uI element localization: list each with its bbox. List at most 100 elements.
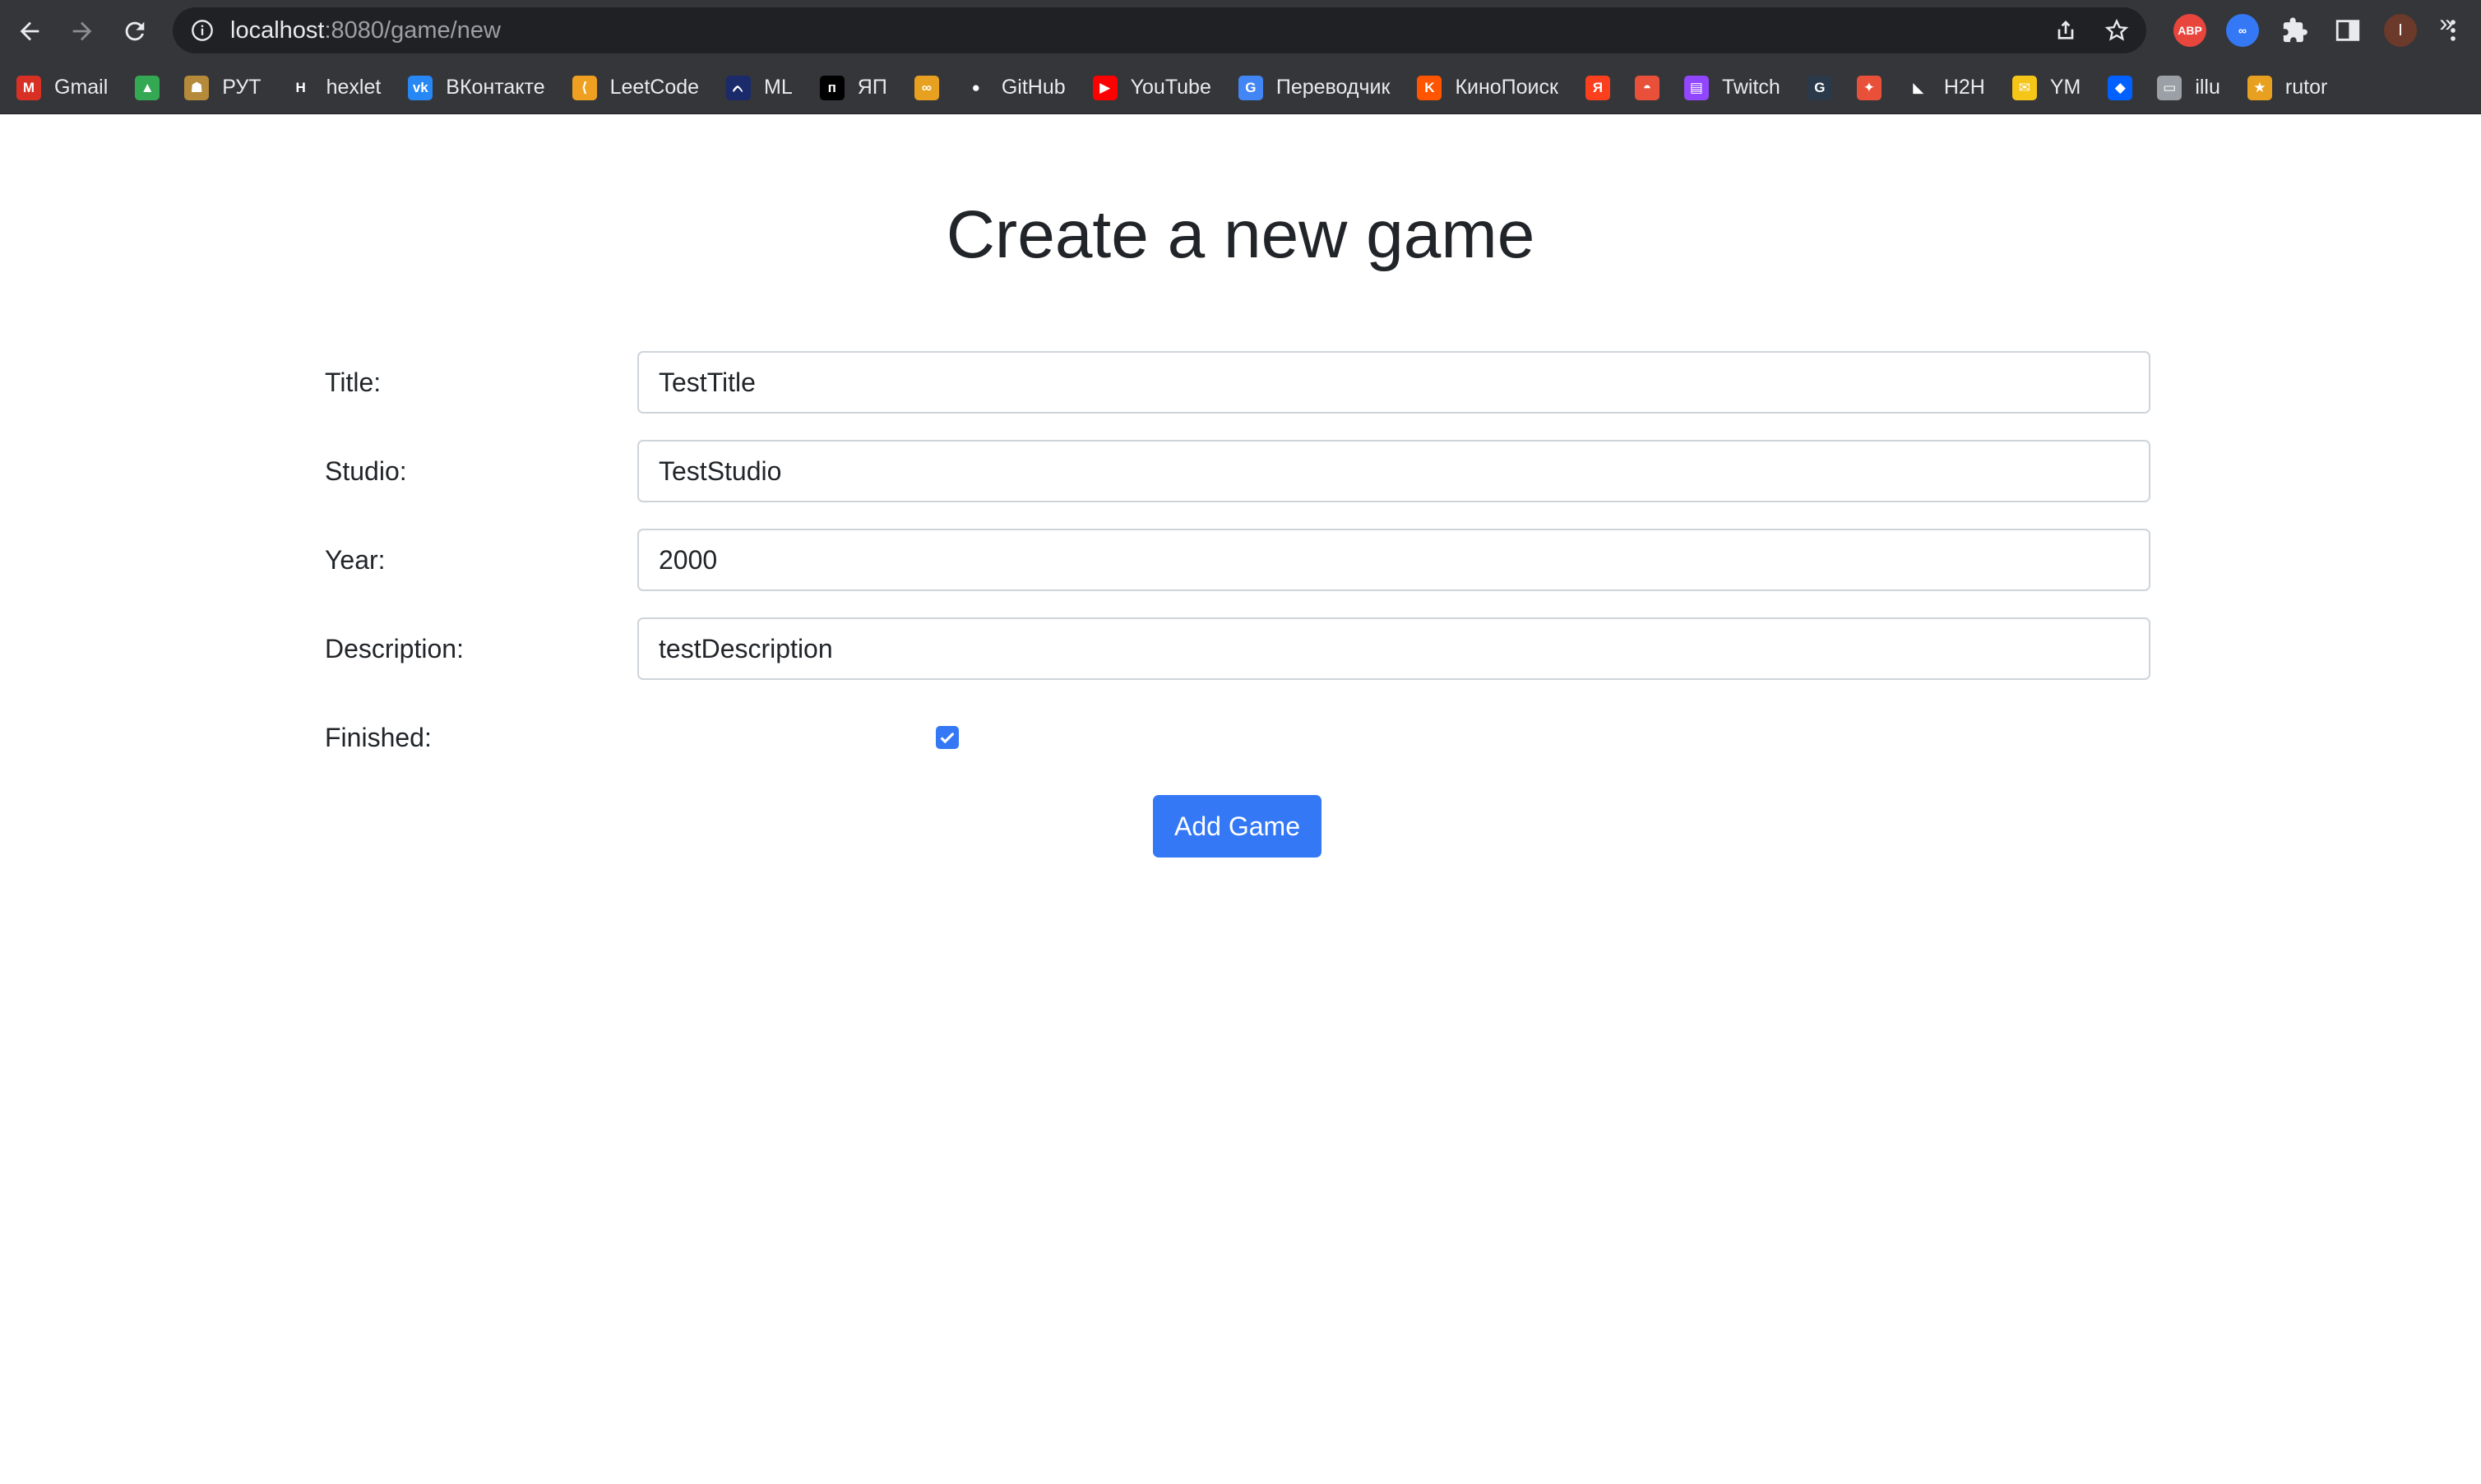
finished-checkbox[interactable] bbox=[936, 726, 959, 749]
bookmark-item[interactable]: ● GitHub bbox=[963, 70, 1066, 106]
mail-icon: ✉ bbox=[2011, 75, 2037, 100]
bookmarks-bar: M Gmail ▲ ☗ РУТ Hhexlet vk ВКонтакте ⟨ LeetCode ᨈ M… bbox=[0, 62, 2481, 114]
bookmark-label: Twitch bbox=[1721, 76, 1780, 99]
adblock-extension-icon[interactable]: ABP bbox=[2173, 14, 2206, 47]
forward-button[interactable] bbox=[59, 8, 105, 54]
arrow-left-icon bbox=[20, 21, 39, 40]
bookmark-item[interactable]: Я bbox=[1585, 70, 1610, 106]
dropbox-icon: ◆ bbox=[2108, 75, 2133, 100]
bookmark-label: Переводчик bbox=[1275, 76, 1391, 99]
side-panel-icon[interactable] bbox=[2331, 14, 2364, 47]
reload-icon bbox=[125, 21, 145, 40]
bookmark-item[interactable]: vk ВКонтакте bbox=[408, 70, 545, 106]
bookmark-label: GitHub bbox=[1001, 76, 1066, 99]
info-icon bbox=[192, 20, 213, 41]
studio-row: Studio: bbox=[325, 440, 2150, 502]
page-title: Create a new game bbox=[946, 197, 1535, 272]
bookmark-label: КиноПоиск bbox=[1455, 76, 1558, 99]
bookmark-label: hexlet bbox=[326, 76, 382, 99]
address-bar[interactable]: localhost:8080/game/new bbox=[173, 7, 2146, 53]
bookmark-item[interactable]: Hhexlet bbox=[289, 70, 382, 106]
gmail-icon: M bbox=[16, 75, 41, 100]
description-input[interactable] bbox=[637, 617, 2150, 680]
page-content: Create a new game Title: Studio: Year: D… bbox=[0, 114, 2481, 1484]
browser-toolbar: localhost:8080/game/new ABP ∞ I bbox=[0, 0, 2481, 62]
bookmarks-overflow-button[interactable]: » bbox=[2439, 10, 2453, 38]
bookmark-item[interactable]: ▶ YouTube bbox=[1092, 70, 1211, 106]
google-drive-icon: ▲ bbox=[135, 75, 160, 100]
folder-icon: ▭ bbox=[2157, 75, 2182, 100]
bookmark-label: Gmail bbox=[54, 76, 109, 99]
year-label: Year: bbox=[325, 544, 386, 575]
profile-avatar[interactable]: I bbox=[2384, 14, 2417, 47]
gd-icon: G bbox=[1807, 75, 1832, 100]
studio-label: Studio: bbox=[325, 455, 407, 486]
adblock-label: ABP bbox=[2178, 24, 2202, 37]
profile-initial: I bbox=[2398, 21, 2403, 39]
infinity-glyph: ∞ bbox=[2238, 24, 2247, 37]
h2h-icon: ◣ bbox=[1913, 79, 1924, 95]
finished-label: Finished: bbox=[325, 722, 432, 752]
bookmark-item[interactable]: G bbox=[1807, 70, 1832, 106]
add-game-button[interactable]: Add Game bbox=[1153, 795, 1322, 858]
bookmark-item[interactable]: п ЯП bbox=[819, 70, 887, 106]
bookmark-label: РУТ bbox=[222, 76, 262, 99]
description-label: Description: bbox=[325, 633, 464, 663]
rutor-icon: ★ bbox=[2247, 75, 2272, 100]
vk-icon: vk bbox=[408, 75, 433, 100]
year-row: Year: bbox=[325, 529, 2150, 591]
star-badge-icon: ✦ bbox=[1856, 75, 1882, 100]
description-row: Description: bbox=[325, 617, 2150, 680]
year-input[interactable] bbox=[637, 529, 2150, 591]
infinity-extension-icon[interactable]: ∞ bbox=[2226, 14, 2259, 47]
side-panel-glyph bbox=[2335, 20, 2360, 41]
kinopoisk-icon: K bbox=[1417, 75, 1442, 100]
bookmark-item[interactable]: ▭ illu bbox=[2157, 70, 2220, 106]
reload-button[interactable] bbox=[112, 8, 158, 54]
bookmark-item[interactable]: ☗ РУТ bbox=[184, 70, 262, 106]
bookmark-star-icon[interactable] bbox=[2104, 17, 2130, 44]
title-row: Title: bbox=[325, 351, 2150, 414]
infinity-icon: ∞ bbox=[914, 75, 939, 100]
bookmark-label: YM bbox=[2049, 76, 2081, 99]
title-label: Title: bbox=[325, 367, 382, 397]
github-icon: ● bbox=[963, 75, 988, 100]
puzzle-extensions-icon[interactable] bbox=[2279, 14, 2312, 47]
bookmark-label: H2H bbox=[1943, 76, 1985, 99]
bookmark-item[interactable]: ✉ YM bbox=[2011, 70, 2081, 106]
bookmark-label: rutor bbox=[2284, 76, 2328, 99]
finished-row: Finished: bbox=[325, 706, 983, 769]
twitch-icon: ▤ bbox=[1683, 75, 1709, 100]
bookmark-label: illu bbox=[2195, 76, 2220, 99]
bookmark-item[interactable]: ▤ Twitch bbox=[1683, 70, 1780, 106]
yap-icon: п bbox=[819, 75, 845, 100]
bookmark-item[interactable]: ★ rutor bbox=[2247, 70, 2327, 106]
bookmark-item[interactable]: ◣ H2H bbox=[1906, 70, 1985, 106]
share-icon[interactable] bbox=[2053, 17, 2079, 44]
url-path: :8080/game/new bbox=[324, 16, 501, 44]
back-button[interactable] bbox=[7, 8, 53, 54]
bookmark-item[interactable]: ⟨ LeetCode bbox=[572, 70, 699, 106]
pokeball-icon: ◓ bbox=[1634, 75, 1659, 100]
bookmark-item[interactable]: ◓ bbox=[1634, 70, 1659, 106]
leetcode-icon: ⟨ bbox=[572, 75, 597, 100]
bookmark-label: ВКонтакте bbox=[446, 76, 545, 99]
youtube-icon: ▶ bbox=[1092, 75, 1118, 100]
title-input[interactable] bbox=[637, 351, 2150, 414]
bookmark-label: LeetCode bbox=[609, 76, 700, 99]
translate-icon: G bbox=[1238, 75, 1263, 100]
bookmark-label: ЯП bbox=[857, 76, 887, 99]
bookmark-item[interactable]: ◆ bbox=[2108, 70, 2133, 106]
studio-input[interactable] bbox=[637, 440, 2150, 502]
ml-icon: ᨈ bbox=[726, 75, 752, 100]
bookmark-item[interactable]: ▲ bbox=[135, 70, 160, 106]
bookmark-item[interactable]: ᨈ ML bbox=[726, 70, 793, 106]
bookmark-item[interactable]: K КиноПоиск bbox=[1417, 70, 1558, 106]
bookmark-item[interactable]: M Gmail bbox=[16, 70, 108, 106]
rut-icon: ☗ bbox=[184, 75, 210, 100]
bookmark-item[interactable]: ✦ bbox=[1856, 70, 1882, 106]
yandex-icon: Я bbox=[1585, 75, 1610, 100]
bookmark-item[interactable]: G Переводчик bbox=[1238, 70, 1391, 106]
bookmark-item[interactable]: ∞ bbox=[914, 70, 939, 106]
hexlet-icon: H bbox=[295, 79, 306, 95]
